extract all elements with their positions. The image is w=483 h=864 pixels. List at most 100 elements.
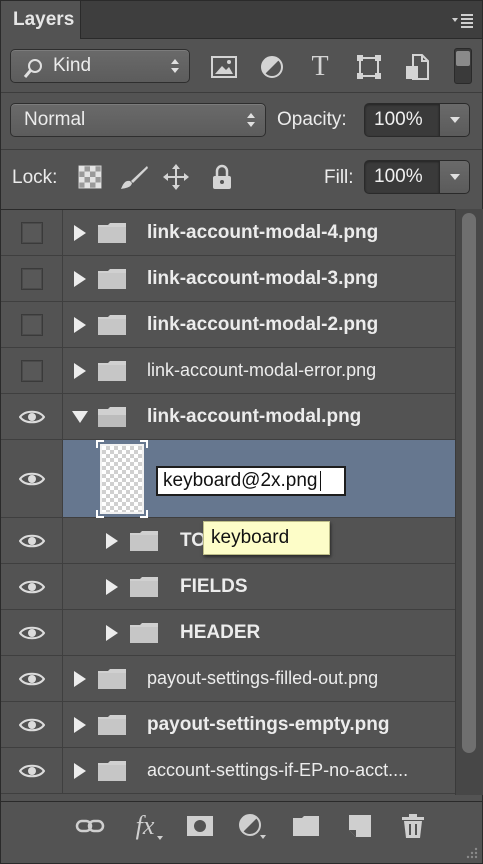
visibility-toggle[interactable] — [1, 564, 63, 609]
new-group-icon[interactable] — [290, 812, 322, 840]
lock-row: Lock: Fill: 100% — [1, 152, 482, 204]
delete-layer-icon[interactable] — [397, 812, 429, 840]
layer-row[interactable]: payout-settings-empty.png — [1, 702, 455, 748]
filter-toggle-switch[interactable] — [454, 48, 472, 84]
visibility-toggle[interactable] — [1, 302, 63, 347]
eye-icon — [18, 410, 45, 423]
visibility-toggle[interactable] — [1, 748, 63, 793]
rename-autocomplete-tooltip: keyboard — [203, 521, 330, 555]
disclosure-right-icon[interactable] — [73, 362, 87, 380]
select-arrows-icon — [171, 59, 179, 73]
visibility-toggle[interactable] — [1, 394, 63, 439]
layer-row[interactable]: payout-settings-filled-out.png — [1, 656, 455, 702]
layer-rename-value: keyboard@2x.png — [163, 470, 318, 491]
visibility-toggle[interactable] — [1, 518, 63, 563]
panel-tab-bar: Layers — [1, 1, 482, 39]
type-filter-icon[interactable]: T — [306, 51, 334, 82]
blend-row: Normal Opacity: 100% — [1, 95, 482, 147]
folder-icon — [98, 268, 126, 289]
disclosure-right-icon[interactable] — [73, 716, 87, 734]
layer-mask-icon[interactable] — [184, 812, 216, 840]
folder-icon — [130, 622, 158, 643]
layer-row[interactable]: link-account-modal.png — [1, 394, 455, 440]
layer-row[interactable]: account-settings-if-EP-no-acct.... — [1, 748, 455, 794]
hidden-box-icon — [20, 359, 43, 382]
resize-grip-icon[interactable] — [462, 843, 478, 859]
layer-row[interactable]: link-account-modal-2.png — [1, 302, 455, 348]
layer-name: link-account-modal-2.png — [147, 313, 379, 335]
opacity-combo: 100% — [364, 103, 470, 137]
layer-row-selected[interactable]: keyboard@2x.png — [1, 440, 455, 518]
layer-row[interactable]: link-account-modal-error.png — [1, 348, 455, 394]
layer-row[interactable]: link-account-modal-4.png — [1, 210, 455, 256]
opacity-field[interactable]: 100% — [364, 103, 440, 137]
layer-name: link-account-modal-error.png — [147, 360, 377, 380]
search-icon — [23, 59, 42, 78]
disclosure-right-icon[interactable] — [105, 624, 119, 642]
disclosure-right-icon[interactable] — [105, 578, 119, 596]
lock-image-pixels-icon[interactable] — [118, 164, 150, 190]
fill-combo: 100% — [364, 160, 470, 194]
disclosure-right-icon[interactable] — [73, 316, 87, 334]
lock-position-icon[interactable] — [163, 164, 189, 190]
folder-icon — [98, 222, 126, 243]
folder-icon — [98, 714, 126, 735]
disclosure-right-icon[interactable] — [73, 762, 87, 780]
new-layer-icon[interactable] — [344, 812, 376, 840]
layers-tab[interactable]: Layers — [1, 1, 81, 39]
visibility-toggle[interactable] — [1, 610, 63, 655]
layer-style-label: fx — [135, 811, 155, 840]
folder-icon — [98, 760, 126, 781]
image-filter-icon[interactable] — [210, 54, 238, 80]
layer-row[interactable]: FIELDS — [1, 564, 455, 610]
open-folder-icon — [98, 406, 126, 427]
layer-name: HEADER — [180, 621, 261, 643]
layer-name: link-account-modal-4.png — [147, 221, 379, 243]
eye-icon — [18, 764, 45, 777]
panel-menu-icon[interactable] — [452, 11, 474, 29]
layers-panel: Layers Kind T Normal Opacity: 100% Lock:… — [0, 0, 483, 864]
layer-rename-input[interactable]: keyboard@2x.png — [156, 466, 346, 496]
layer-thumbnail[interactable] — [96, 440, 148, 518]
disclosure-right-icon[interactable] — [73, 224, 87, 242]
visibility-toggle[interactable] — [1, 256, 63, 301]
layer-name: payout-settings-filled-out.png — [147, 668, 379, 688]
fill-field[interactable]: 100% — [364, 160, 440, 194]
layers-footer: fx — [1, 801, 482, 863]
layer-row[interactable]: link-account-modal-3.png — [1, 256, 455, 302]
shape-filter-icon[interactable] — [355, 54, 383, 80]
hidden-box-icon — [20, 221, 43, 244]
smart-object-filter-icon[interactable] — [403, 54, 431, 80]
link-layers-icon[interactable] — [74, 812, 106, 840]
divider — [1, 92, 482, 93]
layer-name: payout-settings-empty.png — [147, 713, 390, 735]
layer-row[interactable]: HEADER — [1, 610, 455, 656]
visibility-toggle[interactable] — [1, 348, 63, 393]
visibility-toggle[interactable] — [1, 210, 63, 255]
layers-scrollbar[interactable] — [455, 209, 483, 795]
divider — [1, 149, 482, 150]
lock-transparent-pixels-icon[interactable] — [77, 164, 103, 190]
adjustment-layer-icon[interactable] — [236, 812, 268, 840]
scrollbar-thumb[interactable] — [462, 213, 476, 753]
layer-name: link-account-modal.png — [147, 405, 362, 427]
lock-all-icon[interactable] — [209, 164, 235, 190]
disclosure-right-icon[interactable] — [105, 532, 119, 550]
opacity-dropdown-button[interactable] — [440, 103, 470, 137]
folder-icon — [98, 668, 126, 689]
folder-icon — [130, 576, 158, 597]
visibility-toggle[interactable] — [1, 440, 63, 517]
layer-style-icon[interactable]: fx — [129, 811, 163, 840]
eye-icon — [18, 672, 45, 685]
folder-icon — [130, 530, 158, 551]
visibility-toggle[interactable] — [1, 656, 63, 701]
adjustment-filter-icon[interactable] — [258, 54, 286, 80]
disclosure-right-icon[interactable] — [73, 270, 87, 288]
layer-name: FIELDS — [180, 575, 248, 597]
filter-kind-select[interactable]: Kind — [10, 49, 190, 83]
disclosure-down-icon[interactable] — [71, 410, 89, 424]
visibility-toggle[interactable] — [1, 702, 63, 747]
fill-dropdown-button[interactable] — [440, 160, 470, 194]
disclosure-right-icon[interactable] — [73, 670, 87, 688]
blend-mode-select[interactable]: Normal — [10, 103, 266, 137]
